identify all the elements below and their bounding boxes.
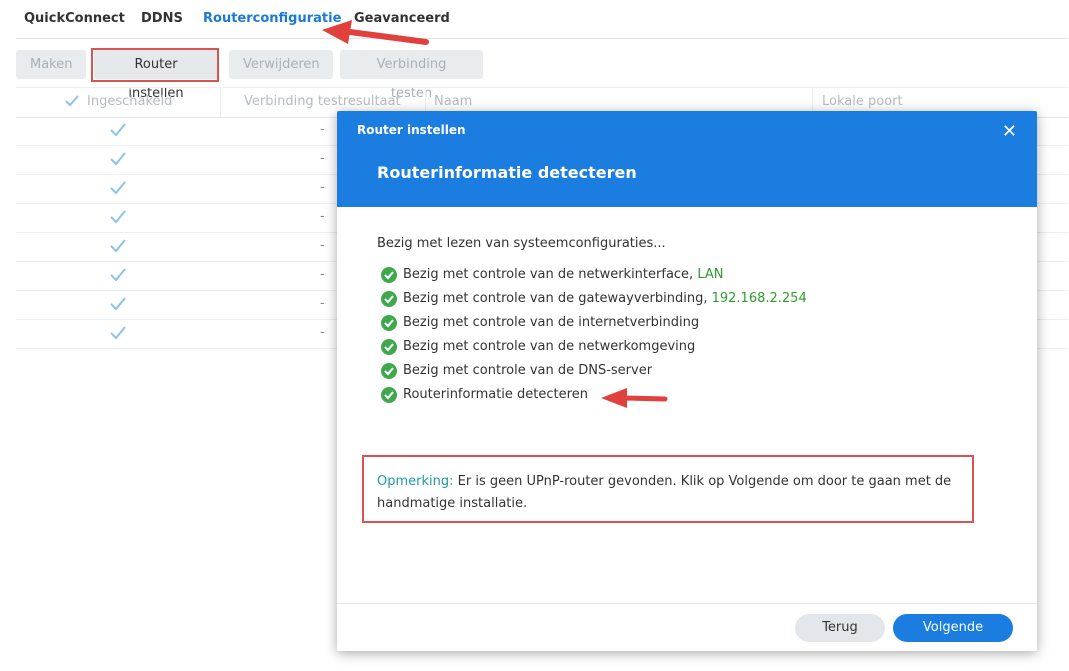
- test-result-value: -: [320, 267, 325, 282]
- check-value: 192.168.2.254: [711, 291, 807, 306]
- enabled-check-icon[interactable]: [109, 180, 127, 196]
- header-check-icon: [65, 95, 79, 107]
- annotation-arrow-detect: [601, 388, 668, 408]
- check-label: Routerinformatie detecteren: [403, 387, 588, 402]
- success-check-icon: [381, 315, 397, 331]
- enabled-check-icon[interactable]: [109, 238, 127, 254]
- check-label: Bezig met controle van de internetverbin…: [403, 315, 700, 330]
- enabled-check-icon[interactable]: [109, 325, 127, 341]
- next-button[interactable]: Volgende: [893, 614, 1013, 642]
- tab-bar: QuickConnect DDNS Routerconfiguratie Gea…: [16, 0, 1068, 39]
- test-result-value: -: [320, 296, 325, 311]
- dialog-footer: Terug Volgende: [337, 603, 1037, 651]
- annotation-box-router-setup: [91, 48, 219, 82]
- check-label: Bezig met controle van de netwerkomgevin…: [403, 339, 696, 354]
- dialog-title: Router instellen: [357, 123, 466, 137]
- dialog-intro: Bezig met lezen van systeemconfiguraties…: [377, 236, 666, 251]
- annotation-arrow-tab: [322, 20, 429, 45]
- back-button[interactable]: Terug: [795, 614, 885, 642]
- success-check-icon: [381, 267, 397, 283]
- enabled-check-icon[interactable]: [109, 151, 127, 167]
- note-text: Er is geen UPnP-router gevonden. Klik op…: [377, 474, 952, 511]
- check-label: Bezig met controle van de DNS-server: [403, 363, 653, 378]
- col-local-port[interactable]: Lokale poort: [822, 94, 903, 109]
- check-label: Bezig met controle van de gatewayverbind…: [403, 291, 712, 306]
- test-result-value: -: [320, 238, 325, 253]
- success-check-icon: [381, 339, 397, 355]
- dialog-subtitle: Routerinformatie detecteren: [377, 163, 637, 182]
- col-enabled[interactable]: Ingeschakeld: [87, 94, 172, 109]
- dialog-header: Router instellen ✕ Routerinformatie dete…: [337, 111, 1037, 207]
- success-check-icon: [381, 387, 397, 403]
- check-label: Bezig met controle van de netwerkinterfa…: [403, 267, 698, 282]
- note-label: Opmerking:: [377, 474, 454, 489]
- create-button[interactable]: Maken: [16, 50, 86, 79]
- enabled-check-icon[interactable]: [109, 209, 127, 225]
- note: Opmerking: Er is geen UPnP-router gevond…: [377, 471, 987, 515]
- close-icon[interactable]: ✕: [1002, 121, 1017, 142]
- router-setup-dialog: Router instellen ✕ Routerinformatie dete…: [337, 111, 1037, 651]
- test-result-value: -: [320, 122, 325, 137]
- test-result-value: -: [320, 209, 325, 224]
- success-check-icon: [381, 291, 397, 307]
- enabled-check-icon[interactable]: [109, 296, 127, 312]
- check-value: LAN: [697, 267, 724, 282]
- test-connection-button[interactable]: Verbinding testen: [340, 50, 483, 101]
- col-test-result[interactable]: Verbinding testresultaat: [244, 94, 401, 109]
- enabled-check-icon[interactable]: [109, 122, 127, 138]
- test-result-value: -: [320, 151, 325, 166]
- test-result-value: -: [320, 180, 325, 195]
- success-check-icon: [381, 363, 397, 379]
- enabled-check-icon[interactable]: [109, 267, 127, 283]
- tab-quickconnect[interactable]: QuickConnect: [24, 11, 125, 26]
- test-result-value: -: [320, 325, 325, 340]
- delete-button[interactable]: Verwijderen: [229, 50, 333, 79]
- tab-ddns[interactable]: DDNS: [141, 11, 183, 26]
- col-name[interactable]: Naam: [434, 94, 472, 109]
